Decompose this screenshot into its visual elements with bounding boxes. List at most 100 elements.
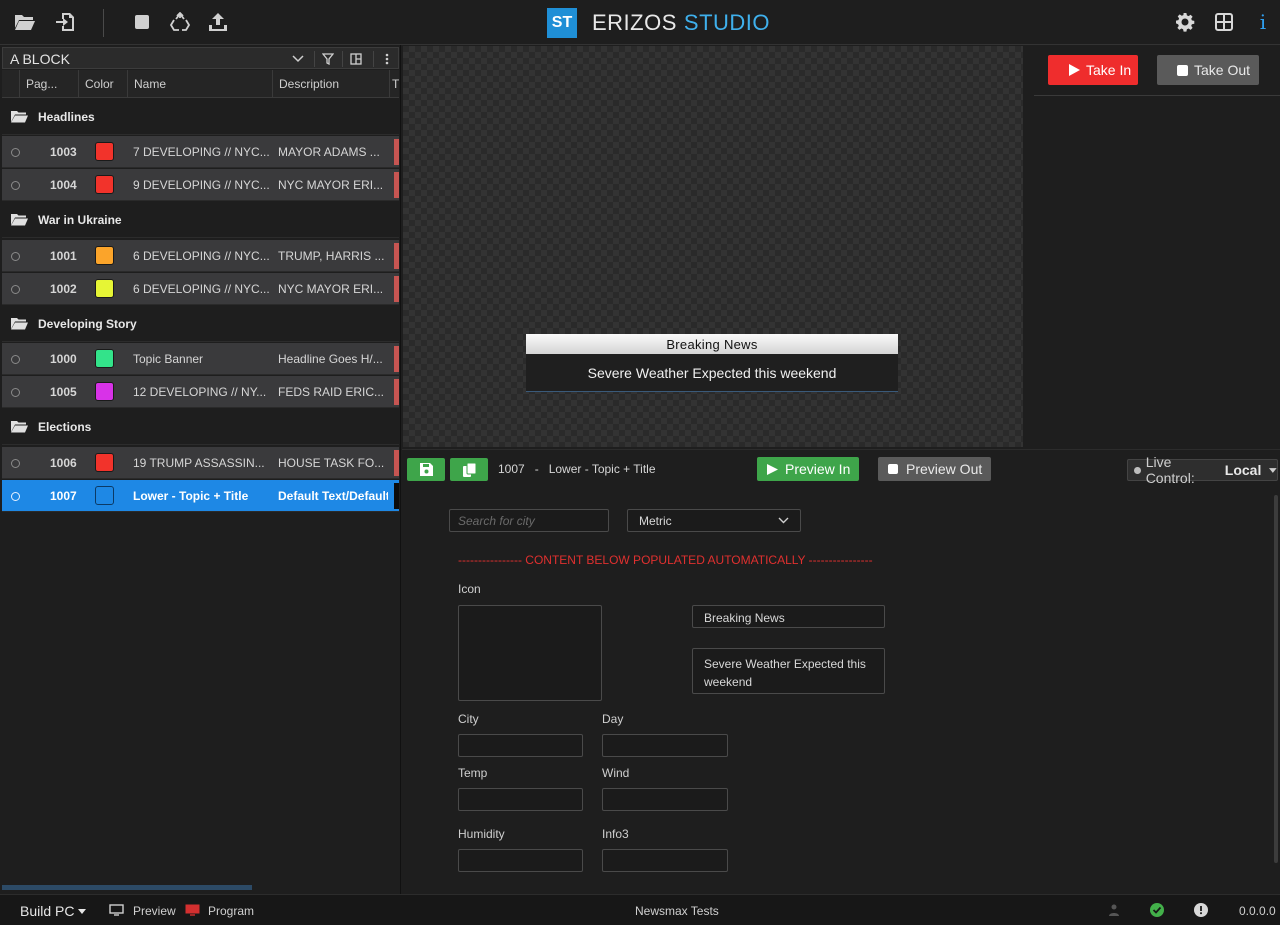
row-page-number: 1003 — [50, 145, 77, 159]
row-description: NYC MAYOR ERI... — [278, 178, 384, 192]
toolbar-separator — [103, 9, 104, 37]
group-row-headlines[interactable]: Headlines — [2, 99, 399, 135]
humidity-field[interactable] — [458, 849, 583, 872]
playlist-panel: A BLOCK Pag... Color Name Description T … — [0, 45, 401, 894]
upload-icon[interactable] — [207, 11, 229, 33]
temp-field[interactable] — [458, 788, 583, 811]
wind-field[interactable] — [602, 788, 728, 811]
playlist-row-1003[interactable]: 1003 7 DEVELOPING // NYC... MAYOR ADAMS … — [2, 136, 399, 168]
info3-label: Info3 — [602, 827, 629, 841]
row-name: 19 TRUMP ASSASSIN... — [133, 456, 265, 470]
recycle-icon[interactable] — [169, 11, 191, 33]
user-icon — [1106, 903, 1122, 917]
take-in-button[interactable]: Take In — [1048, 55, 1138, 85]
column-header-color[interactable]: Color — [79, 70, 128, 98]
live-control-dropdown[interactable]: Live Control: Local — [1127, 454, 1278, 486]
group-label: Developing Story — [38, 316, 137, 331]
app-title-erizos: ERIZOS — [592, 10, 677, 35]
playlist-row-1007[interactable]: 1007 Lower - Topic + Title Default Text/… — [2, 480, 399, 512]
stop-icon[interactable] — [131, 11, 153, 33]
duplicate-button[interactable] — [450, 458, 488, 481]
search-input[interactable] — [449, 509, 609, 532]
editor-toolbar: 1007 - Lower - Topic + Title Preview In … — [402, 449, 1280, 486]
horizontal-scrollbar[interactable] — [2, 885, 252, 890]
folder-open-icon — [11, 109, 31, 125]
playlist-row-1000[interactable]: 1000 Topic Banner Headline Goes H/... — [2, 343, 399, 375]
playlist-row-1002[interactable]: 1002 6 DEVELOPING // NYC... NYC MAYOR ER… — [2, 273, 399, 305]
city-field[interactable] — [458, 734, 583, 757]
playlist-row-1005[interactable]: 1005 12 DEVELOPING // NY... FEDS RAID ER… — [2, 376, 399, 408]
row-name: 7 DEVELOPING // NYC... — [133, 145, 270, 159]
chevron-down-icon — [778, 517, 789, 524]
info3-field[interactable] — [602, 849, 728, 872]
row-radio[interactable] — [11, 148, 20, 157]
preview-in-button[interactable]: Preview In — [757, 457, 859, 481]
group-row-war-in-ukraine[interactable]: War in Ukraine — [2, 202, 399, 238]
lower-third-text: Severe Weather Expected this weekend — [526, 354, 898, 392]
app-logo: ST ERIZOS STUDIO — [547, 8, 770, 38]
build-pc-dropdown[interactable]: Build PC — [20, 903, 87, 919]
column-header-name[interactable]: Name — [128, 70, 273, 98]
gear-icon[interactable] — [1174, 11, 1196, 33]
column-header-page[interactable]: Pag... — [20, 70, 79, 98]
row-page-number: 1002 — [50, 282, 77, 296]
icon-image-field[interactable] — [458, 605, 602, 701]
live-control-label: Live Control: — [1145, 454, 1195, 486]
save-button[interactable] — [407, 458, 445, 481]
row-status-edge — [394, 276, 399, 302]
column-header-t[interactable]: T — [390, 70, 399, 98]
block-selector[interactable]: A BLOCK — [2, 47, 399, 69]
preview-status-label[interactable]: Preview — [133, 904, 176, 918]
folder-open-icon[interactable] — [14, 11, 36, 33]
day-label: Day — [602, 712, 624, 726]
row-radio[interactable] — [11, 355, 20, 364]
more-vertical-icon[interactable] — [373, 51, 395, 67]
row-radio[interactable] — [11, 252, 20, 261]
program-status-label[interactable]: Program — [208, 904, 254, 918]
check-circle-icon — [1149, 903, 1165, 917]
row-radio[interactable] — [11, 459, 20, 468]
vertical-scrollbar[interactable] — [1274, 495, 1278, 863]
row-name: 9 DEVELOPING // NYC... — [133, 178, 270, 192]
units-select[interactable]: Metric — [627, 509, 801, 532]
icon-label: Icon — [458, 582, 481, 596]
stop-icon — [888, 464, 898, 474]
lower-third-title: Breaking News — [526, 334, 898, 354]
wind-label: Wind — [602, 766, 630, 780]
chevron-down-icon[interactable] — [290, 51, 306, 67]
column-header-description[interactable]: Description — [273, 70, 390, 98]
preview-out-button[interactable]: Preview Out — [878, 457, 991, 481]
column-header-select — [2, 70, 20, 98]
columns-icon[interactable] — [342, 51, 364, 67]
day-field[interactable] — [602, 734, 728, 757]
filter-icon[interactable] — [314, 51, 336, 67]
row-radio[interactable] — [11, 181, 20, 190]
group-row-elections[interactable]: Elections — [2, 409, 399, 445]
row-description: NYC MAYOR ERI... — [278, 282, 384, 296]
row-radio[interactable] — [11, 492, 20, 501]
row-page-number: 1005 — [50, 385, 77, 399]
row-status-edge — [394, 379, 399, 405]
row-radio[interactable] — [11, 388, 20, 397]
row-description: MAYOR ADAMS ... — [278, 145, 380, 159]
row-radio[interactable] — [11, 285, 20, 294]
stop-icon — [1177, 64, 1188, 76]
playlist-row-1006[interactable]: 1006 19 TRUMP ASSASSIN... HOUSE TASK FO.… — [2, 447, 399, 479]
body-text-field[interactable]: Severe Weather Expected this weekend — [692, 648, 885, 694]
take-out-label: Take Out — [1194, 62, 1251, 78]
info-icon[interactable]: i — [1252, 10, 1274, 34]
playlist-row-1004[interactable]: 1004 9 DEVELOPING // NYC... NYC MAYOR ER… — [2, 169, 399, 201]
playlist-row-1001[interactable]: 1001 6 DEVELOPING // NYC... TRUMP, HARRI… — [2, 240, 399, 272]
alert-circle-icon[interactable] — [1193, 903, 1209, 917]
preview-in-label: Preview In — [785, 461, 851, 477]
take-out-button[interactable]: Take Out — [1157, 55, 1259, 85]
title-text-field[interactable]: Breaking News — [692, 605, 885, 628]
divider — [1034, 95, 1280, 96]
auto-populated-note: ---------------- CONTENT BELOW POPULATED… — [458, 553, 873, 567]
row-color-swatch — [95, 279, 114, 298]
grid-icon[interactable] — [1213, 11, 1235, 33]
group-row-developing-story[interactable]: Developing Story — [2, 306, 399, 342]
row-color-swatch — [95, 246, 114, 265]
row-page-number: 1006 — [50, 456, 77, 470]
import-icon[interactable] — [54, 11, 76, 33]
